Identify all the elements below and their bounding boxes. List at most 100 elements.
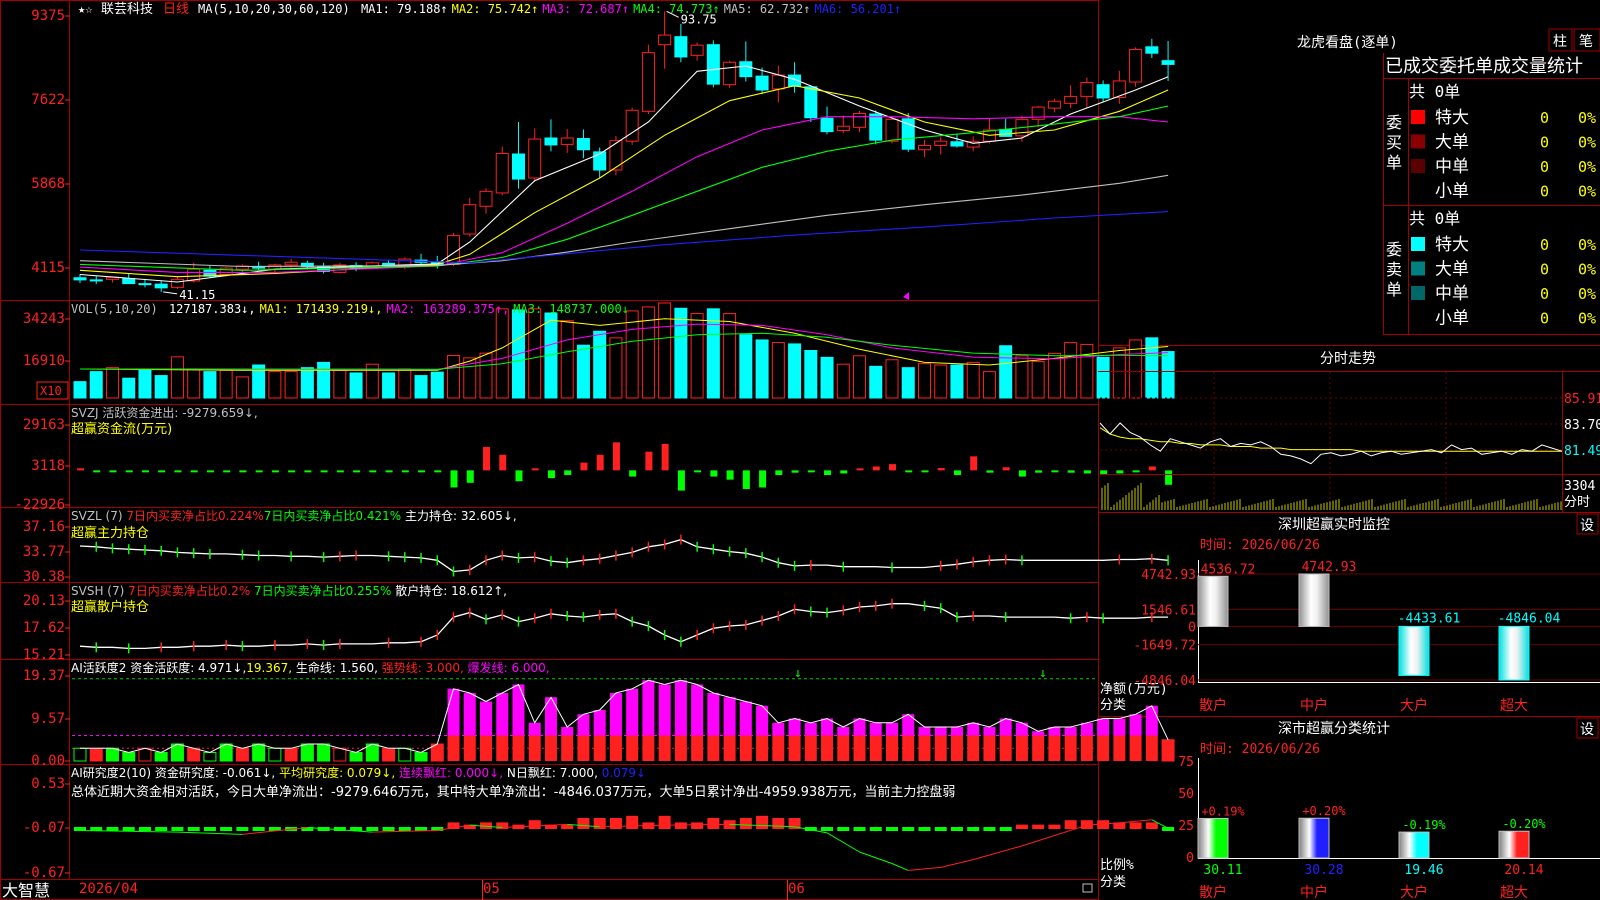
lhb-swatch [1411, 261, 1425, 276]
period-label[interactable]: 日线 [163, 2, 189, 17]
ai1-bar-red [674, 735, 687, 761]
svzj-bar [807, 470, 815, 473]
intraday-price-tick: 81.49 [1564, 444, 1600, 459]
ai1-y-axis: 19.37 9.57 0.00 [23, 668, 70, 769]
monitor-axis-subtitle: 分类 [1100, 698, 1126, 713]
vol-unit: X10 [40, 384, 62, 398]
vol-bar [170, 356, 184, 399]
vol-bar [658, 302, 672, 399]
ma-line-ma5 [79, 65, 1169, 283]
svzj-bar [872, 466, 880, 471]
lock-icon[interactable] [1082, 883, 1093, 893]
ai1-bar [1161, 739, 1175, 762]
svzj-bar [499, 454, 507, 471]
candle-body [625, 109, 639, 142]
ai2-bar [1064, 820, 1077, 829]
ai1-bar-magenta [918, 727, 931, 736]
vol-bar [398, 368, 412, 399]
svzj-bar [759, 470, 767, 488]
ma-value: MA1: 79.188↑ [361, 2, 448, 16]
vol-bar [593, 330, 607, 399]
candle-body [641, 52, 655, 112]
classify-y-tick: 25 [1178, 819, 1194, 834]
candle-body [690, 44, 704, 56]
svzj-bar [353, 470, 361, 473]
candle-body [804, 86, 818, 119]
ai1-bar-red [853, 735, 866, 761]
svzj-bar [1083, 470, 1091, 474]
lhb-row-label: 中单 [1435, 157, 1469, 177]
lhb-row-count: 0 [1540, 158, 1549, 176]
ai1-bar-magenta [950, 727, 963, 736]
svzj-bar [531, 468, 539, 471]
svsh-panel: 20.13 17.62 15.21 SVSH (7) 7日内买卖净占比0.2% 7日… [23, 583, 1169, 663]
lhb-total: 共 0单 [1409, 82, 1460, 101]
svzl-y-axis: 37.16 33.77 30.38 [23, 519, 70, 585]
candle-body [170, 278, 184, 288]
candle-body [1161, 60, 1175, 65]
candle-body [609, 140, 623, 171]
ai1-bar-red [772, 735, 785, 761]
svzj-bar [401, 470, 409, 473]
lhb-row-count: 0 [1540, 261, 1549, 279]
svzj-bar [856, 468, 864, 471]
vol-header: VOL(5,10,20) 127187.383↓, MA1: 171439.219… [71, 302, 629, 316]
ai2-bar [821, 827, 834, 831]
ai2-bar [967, 827, 980, 831]
vol-bar [625, 310, 639, 399]
ai1-bar [268, 747, 282, 762]
ai1-bar-magenta [804, 722, 817, 736]
svzj-bar [434, 470, 442, 473]
ai1-bar-magenta [707, 693, 720, 736]
ai2-bar [902, 827, 915, 831]
svzj-bar [564, 470, 572, 476]
lhb-swatch [1411, 110, 1425, 124]
svzj-bar [141, 470, 149, 473]
candle-body [658, 34, 672, 46]
svsh-y-axis: 20.13 17.62 15.21 [23, 593, 70, 663]
y-tick-label: 0.00 [31, 753, 65, 769]
candle-body [89, 279, 103, 282]
tab-bar-label: 柱 [1553, 34, 1567, 50]
marker-triangle-icon [903, 292, 909, 300]
y-tick-label: 7622 [31, 92, 65, 108]
monitor-y-tick: 4742.93 [1141, 568, 1196, 583]
svzj-bar [742, 470, 750, 490]
monitor-y-tick: -1649.72 [1133, 639, 1196, 654]
main-screen: 9375 7622 5868 4115 ★☆ 联芸科技 日线 MA(5,10,20,3… [0, 0, 1600, 900]
svzj-bar [174, 470, 182, 473]
ai2-bar [869, 827, 882, 831]
star-icon[interactable]: ★☆ [78, 2, 92, 16]
vol-bar [560, 320, 574, 399]
ai1-bar-magenta [934, 727, 947, 736]
candle-body [576, 138, 590, 151]
vol-bar [674, 307, 688, 399]
candle-body [1096, 84, 1110, 99]
vol-bar [447, 355, 461, 399]
svzj-bar [661, 443, 669, 471]
ai1-bar-red [1129, 735, 1142, 761]
vol-bar [950, 364, 964, 399]
ai2-bar [366, 827, 379, 831]
svzl-line [79, 534, 1169, 577]
lhb-row-pct: 0% [1578, 261, 1596, 279]
monitor-time: 时间: 2026/06/26 [1200, 538, 1320, 553]
y-tick-label: -22926 [14, 497, 65, 513]
ai2-bar [950, 827, 963, 831]
svzj-bar [629, 470, 637, 477]
lhb-title: 龙虎看盘(逐单) [1297, 34, 1398, 51]
vol-bar [122, 377, 136, 399]
classify-settings-label: 设 [1580, 722, 1594, 738]
svzj-bar [937, 468, 945, 471]
svzj-bar [515, 470, 523, 482]
candle-body [544, 137, 558, 146]
ai2-bar [528, 820, 541, 829]
classify-bar-change: -0.19% [1402, 818, 1446, 832]
candle-body [1145, 46, 1159, 54]
ai2-bar [626, 815, 639, 829]
ai1-bar-red [1097, 735, 1110, 761]
ai2-bars [74, 815, 1175, 871]
ai2-bar [577, 818, 590, 829]
ai1-bar-red [739, 735, 752, 761]
classify-bar [1197, 817, 1229, 859]
